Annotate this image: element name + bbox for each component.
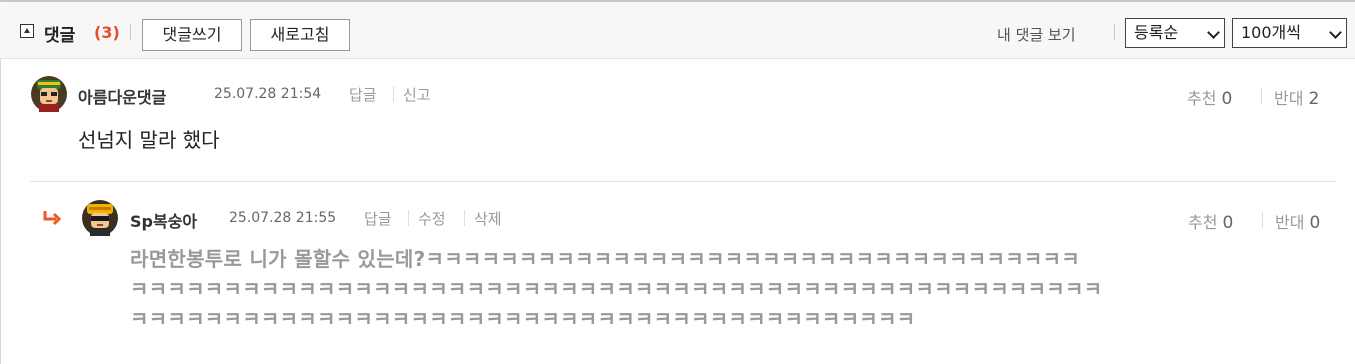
- page-size-select[interactable]: 100개씩: [1232, 18, 1347, 48]
- write-comment-button[interactable]: 댓글쓰기: [142, 19, 242, 51]
- oppose-count: 0: [1309, 213, 1321, 233]
- comment-title: 댓글: [44, 26, 76, 46]
- recommend-count: 0: [1221, 89, 1233, 109]
- my-comments-link[interactable]: 내 댓글 보기: [997, 24, 1076, 45]
- chevron-down-icon: [1329, 26, 1342, 39]
- avatar[interactable]: [30, 75, 68, 113]
- recommend-label: 추천: [1187, 89, 1217, 108]
- refresh-button[interactable]: 새로고침: [250, 19, 350, 51]
- edit-link[interactable]: 수정: [418, 208, 446, 229]
- comment-body: 라면한봉투로 니가 몰할수 있는데?ㅋㅋㅋㅋㅋㅋㅋㅋㅋㅋㅋㅋㅋㅋㅋㅋㅋㅋㅋㅋㅋㅋ…: [130, 244, 1290, 334]
- oppose-label: 반대: [1274, 89, 1304, 108]
- oppose-label: 반대: [1275, 213, 1305, 232]
- comment-count: (3): [94, 23, 120, 42]
- comment-nickname[interactable]: Sp복숭아: [130, 208, 197, 232]
- comment-divider: [30, 181, 1336, 182]
- comment-body-line: ㅋㅋㅋㅋㅋㅋㅋㅋㅋㅋㅋㅋㅋㅋㅋㅋㅋㅋㅋㅋㅋㅋㅋㅋㅋㅋㅋㅋㅋㅋㅋㅋㅋㅋㅋㅋㅋㅋㅋㅋ…: [130, 307, 916, 331]
- oppose-count: 2: [1308, 89, 1320, 109]
- divider: [393, 86, 394, 102]
- recommend-button[interactable]: 추천 0: [1187, 85, 1232, 109]
- comment-body-line: ㅋㅋㅋㅋㅋㅋㅋㅋㅋㅋㅋㅋㅋㅋㅋㅋㅋㅋㅋㅋㅋㅋㅋㅋㅋㅋㅋㅋㅋㅋㅋㅋㅋㅋㅋㅋㅋㅋㅋㅋ…: [130, 277, 1103, 301]
- report-link[interactable]: 신고: [403, 84, 431, 105]
- avatar[interactable]: [81, 199, 119, 237]
- oppose-button[interactable]: 반대 2: [1274, 85, 1319, 109]
- comment-body-line: 라면한봉투로 니가 몰할수 있는데?ㅋㅋㅋㅋㅋㅋㅋㅋㅋㅋㅋㅋㅋㅋㅋㅋㅋㅋㅋㅋㅋㅋ…: [130, 247, 1080, 271]
- chevron-down-icon: [1207, 26, 1220, 39]
- recommend-button[interactable]: 추천 0: [1188, 209, 1233, 233]
- sort-select[interactable]: 등록순: [1125, 18, 1225, 48]
- reply-arrow-icon: [43, 211, 62, 226]
- recommend-label: 추천: [1188, 213, 1218, 232]
- divider: [1114, 24, 1115, 40]
- divider: [1262, 212, 1263, 228]
- comment-nickname[interactable]: 아름다운댓글: [78, 84, 166, 108]
- comment-date: 25.07.28 21:55: [229, 210, 337, 226]
- divider: [1261, 88, 1262, 104]
- collapse-up-icon[interactable]: [20, 24, 34, 38]
- comment-date: 25.07.28 21:54: [214, 86, 322, 102]
- oppose-button[interactable]: 반대 0: [1275, 209, 1320, 233]
- delete-link[interactable]: 삭제: [474, 208, 502, 229]
- sort-select-value: 등록순: [1134, 23, 1179, 42]
- reply-link[interactable]: 답글: [349, 84, 377, 105]
- divider: [464, 210, 465, 226]
- recommend-count: 0: [1222, 213, 1234, 233]
- divider: [130, 24, 131, 40]
- reply-link[interactable]: 답글: [364, 208, 392, 229]
- page-size-select-value: 100개씩: [1241, 23, 1301, 42]
- comment-header: 댓글 (3) 댓글쓰기 새로고침 내 댓글 보기 등록순 100개씩: [0, 2, 1355, 59]
- divider: [408, 210, 409, 226]
- comment-body: 선넘지 말라 했다: [78, 128, 220, 152]
